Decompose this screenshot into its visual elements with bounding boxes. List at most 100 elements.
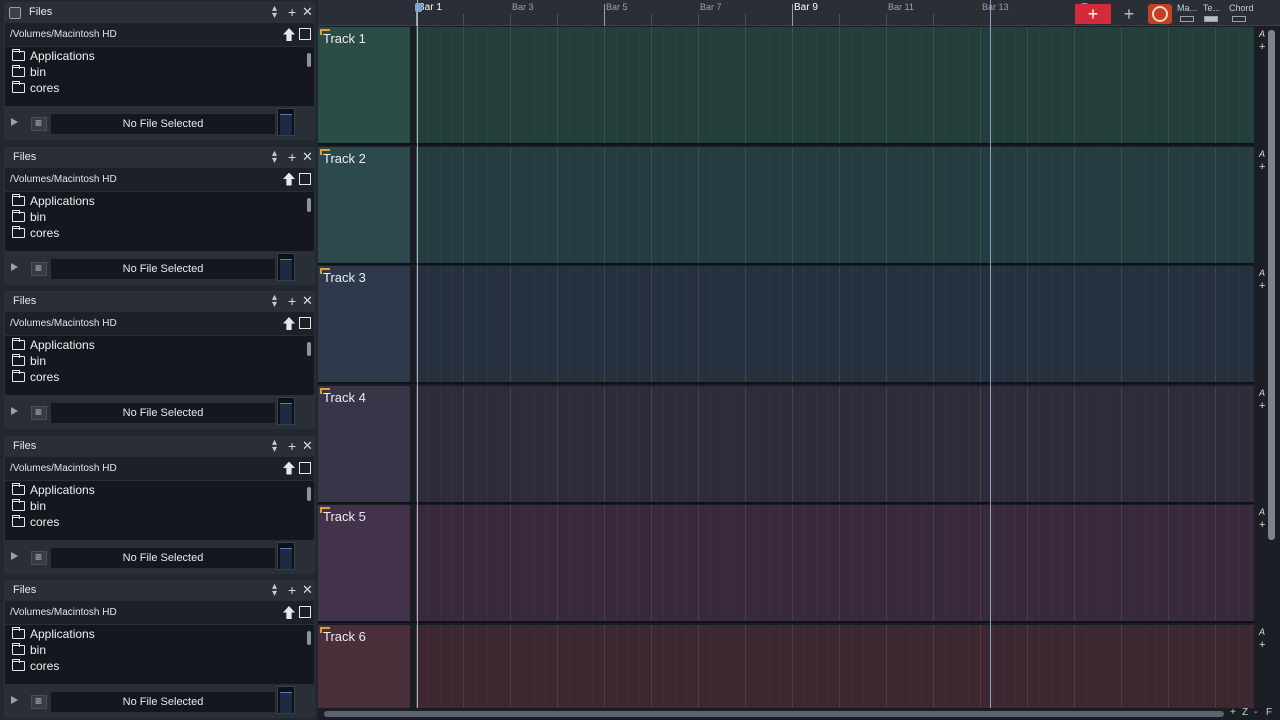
parent-folder-icon[interactable] (283, 172, 295, 186)
automation-button[interactable]: A (1259, 388, 1265, 398)
automation-button[interactable]: A (1259, 29, 1265, 39)
track-lane[interactable] (416, 505, 1268, 621)
folder-icon[interactable] (299, 172, 311, 185)
track-row[interactable]: Track 3 (318, 266, 1268, 384)
list-item[interactable]: Applications (5, 193, 307, 209)
add-panel-icon[interactable]: + (288, 4, 296, 20)
close-panel-icon[interactable]: ✕ (302, 149, 313, 165)
list-item[interactable]: cores (5, 225, 307, 241)
track-row[interactable]: Track 5 (318, 505, 1268, 623)
add-automation-button[interactable]: + (1259, 400, 1265, 412)
list-scrollbar[interactable] (307, 197, 311, 212)
track-row[interactable]: Track 2 (318, 146, 1268, 265)
folder-icon[interactable] (299, 317, 311, 329)
menu-icon[interactable] (31, 405, 47, 420)
track-row[interactable]: Track 6 (318, 624, 1268, 720)
track-name[interactable]: Track 2 (323, 151, 366, 166)
folder-icon[interactable] (299, 28, 311, 40)
zoom-button[interactable]: Z (1242, 707, 1248, 718)
list-item[interactable]: cores (5, 514, 307, 530)
loop-end-marker[interactable] (990, 0, 991, 708)
playhead[interactable] (417, 0, 418, 708)
parent-folder-icon[interactable] (283, 317, 295, 330)
list-item[interactable]: Applications (5, 626, 307, 642)
panel-select-arrows-icon[interactable]: ▴ ▾ (272, 437, 277, 454)
track-name[interactable]: Track 5 (323, 509, 366, 524)
automation-button[interactable]: A (1259, 507, 1265, 517)
close-panel-icon[interactable]: ✕ (302, 438, 313, 454)
track-header[interactable]: Track 4 (318, 385, 410, 502)
add-panel-icon[interactable]: + (288, 582, 296, 598)
track-header[interactable]: Track 2 (318, 146, 410, 263)
track-lane[interactable] (416, 27, 1268, 143)
list-item[interactable]: Applications (5, 482, 307, 498)
horizontal-scroll-thumb[interactable] (324, 711, 1224, 717)
list-item[interactable]: cores (5, 369, 307, 385)
close-panel-icon[interactable]: ✕ (302, 4, 313, 20)
track-name[interactable]: Track 4 (323, 390, 366, 405)
panel-select-arrows-icon[interactable]: ▴ ▾ (272, 582, 277, 599)
track-header[interactable]: Track 5 (318, 505, 410, 621)
play-icon[interactable] (11, 118, 18, 126)
panel-select-arrows-icon[interactable]: ▴ ▾ (272, 4, 277, 21)
vertical-scrollbar[interactable] (1268, 30, 1275, 540)
folder-icon[interactable] (299, 461, 311, 474)
add-button[interactable]: + (1115, 4, 1143, 24)
track-row[interactable]: Track 1 (318, 27, 1268, 145)
track-header[interactable]: Track 1 (318, 27, 410, 143)
panel-select-arrows-icon[interactable]: ▴ ▾ (272, 293, 277, 310)
track-header[interactable]: Track 3 (318, 266, 410, 382)
automation-button[interactable]: A (1259, 149, 1265, 159)
parent-folder-icon[interactable] (283, 461, 295, 475)
play-icon[interactable] (11, 696, 18, 704)
list-item[interactable]: bin (5, 642, 307, 658)
list-item[interactable]: cores (5, 658, 307, 674)
menu-icon[interactable] (31, 116, 47, 131)
list-item[interactable]: Applications (5, 48, 307, 64)
track-lane[interactable] (416, 624, 1268, 720)
file-list[interactable]: Applications bin cores (5, 482, 307, 538)
zoom-in-button[interactable]: + (1230, 707, 1236, 718)
list-item[interactable]: bin (5, 64, 307, 80)
add-automation-button[interactable]: + (1259, 280, 1265, 292)
track-name[interactable]: Track 3 (323, 270, 366, 285)
automation-button[interactable]: A (1259, 627, 1265, 637)
list-item[interactable]: bin (5, 209, 307, 225)
grip-icon[interactable] (9, 7, 21, 19)
menu-icon[interactable] (31, 261, 47, 276)
add-panel-icon[interactable]: + (288, 438, 296, 454)
zoom-fit-button[interactable]: F (1266, 707, 1272, 718)
play-icon[interactable] (11, 262, 18, 271)
zoom-out-button[interactable]: - (1254, 707, 1257, 718)
list-item[interactable]: Applications (5, 337, 307, 353)
list-item[interactable]: bin (5, 498, 307, 514)
add-automation-button[interactable]: + (1259, 41, 1265, 53)
folder-icon[interactable] (299, 606, 311, 618)
file-list[interactable]: Applications bin cores (5, 626, 307, 682)
add-automation-button[interactable]: + (1259, 519, 1265, 531)
tempo-toggle-label[interactable]: Te... (1203, 3, 1220, 13)
mixer-toggle-label[interactable]: Ma... (1177, 3, 1197, 13)
play-icon[interactable] (11, 407, 18, 415)
metronome-button[interactable] (1148, 4, 1172, 24)
chord-toggle-label[interactable]: Chord (1229, 3, 1254, 13)
track-name[interactable]: Track 1 (323, 31, 366, 46)
add-automation-button[interactable]: + (1259, 161, 1265, 173)
close-panel-icon[interactable]: ✕ (302, 293, 313, 309)
file-list[interactable]: Applications bin cores (5, 48, 307, 104)
menu-icon[interactable] (31, 694, 47, 709)
list-scrollbar[interactable] (307, 631, 311, 645)
add-panel-icon[interactable]: + (288, 149, 296, 165)
panel-select-arrows-icon[interactable]: ▴ ▾ (272, 148, 277, 165)
list-item[interactable]: bin (5, 353, 307, 369)
track-row[interactable]: Track 4 (318, 385, 1268, 504)
list-item[interactable]: cores (5, 80, 307, 96)
horizontal-scrollbar[interactable]: + Z - F (318, 707, 1280, 720)
parent-folder-icon[interactable] (283, 28, 295, 41)
list-scrollbar[interactable] (307, 342, 311, 356)
mixer-toggle[interactable] (1180, 16, 1194, 22)
add-track-button[interactable]: + (1075, 4, 1111, 24)
close-panel-icon[interactable]: ✕ (302, 582, 313, 598)
track-lane[interactable] (416, 385, 1268, 502)
file-list[interactable]: Applications bin cores (5, 337, 307, 393)
